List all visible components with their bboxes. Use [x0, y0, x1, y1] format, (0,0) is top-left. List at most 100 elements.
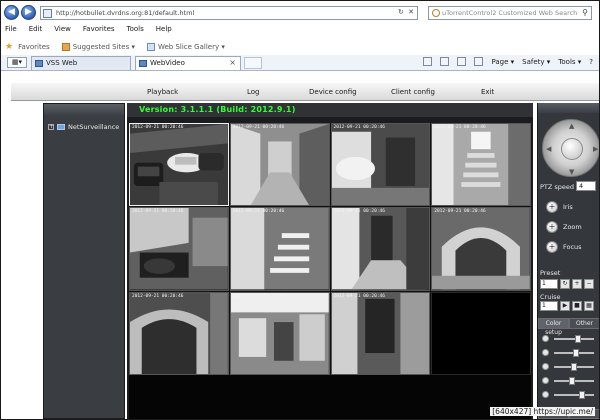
menu-view[interactable]: View	[54, 25, 71, 37]
suggested-sites-icon	[61, 43, 70, 51]
ptz-center-button[interactable]	[561, 138, 583, 160]
camera-tile-8[interactable]: 2012-09-21 00:20:46	[431, 207, 531, 291]
camera-tile-10[interactable]: 2012-09-21 00:20:46	[229, 291, 330, 375]
camera-tile-9[interactable]: 2012-09-21 00:20:46	[129, 291, 229, 375]
slider-knob[interactable]	[573, 349, 579, 357]
nav-playback[interactable]: Playback	[147, 88, 178, 96]
menu-edit[interactable]: Edit	[29, 25, 43, 37]
camera-tile-7[interactable]: 2012-09-21 00:20:46	[330, 207, 431, 291]
page-menu[interactable]: Page ▾	[491, 58, 514, 66]
camera-tile-3[interactable]: 2012-09-21 00:20:46	[330, 123, 431, 207]
video-status-strip	[129, 375, 531, 419]
version-bar: Version: 3.1.1.1 (Build: 2012.9.1)	[127, 103, 533, 117]
camera-feed-image	[331, 292, 430, 374]
favorites-bar: ★ Favorites Suggested Sites ▾ Web Slice …	[5, 41, 225, 53]
favorites-button[interactable]: ★ Favorites	[5, 42, 50, 52]
preset-add-button[interactable]: +	[572, 279, 582, 289]
camera-feed-image	[230, 124, 329, 206]
brightness-slider[interactable]	[542, 335, 598, 343]
mail-icon[interactable]	[457, 57, 467, 66]
nav-log[interactable]: Log	[247, 88, 260, 96]
nav-client-config[interactable]: Client config	[391, 88, 435, 96]
camera-timestamp: 2012-09-21 00:20:46	[132, 293, 184, 299]
menu-favorites[interactable]: Favorites	[83, 25, 115, 37]
tab-color-setup[interactable]: Color setup	[538, 318, 569, 336]
tab-webvideo[interactable]: WebVideo ×	[135, 56, 241, 70]
focus-plus-button[interactable]: +	[546, 241, 558, 253]
slider-knob[interactable]	[571, 363, 577, 371]
arrow-down-icon[interactable]: ▼	[569, 168, 574, 176]
slider-knob[interactable]	[579, 391, 585, 399]
preset-remove-button[interactable]: −	[584, 279, 594, 289]
arrow-up-icon[interactable]: ▲	[569, 122, 574, 130]
print-icon[interactable]	[474, 57, 484, 66]
cruise-select[interactable]: 1	[540, 301, 558, 311]
tab-vss-web[interactable]: VSS Web	[31, 56, 131, 70]
ptz-speed-select[interactable]: 4	[576, 181, 596, 191]
feeds-icon[interactable]	[440, 57, 450, 66]
slider-knob[interactable]	[569, 377, 575, 385]
address-bar[interactable]: http://hotbullet.dvrdns.org:81/default.h…	[40, 6, 418, 20]
camera-tile-4[interactable]: 2012-09-21 00:20:46	[431, 123, 531, 207]
help-menu[interactable]: ?	[589, 58, 593, 66]
menu-tools[interactable]: Tools	[127, 25, 144, 37]
quick-tabs-button[interactable]: ▦▾	[7, 57, 27, 68]
zoom-control: + Zoom	[546, 221, 582, 233]
dvr-web-app: Playback Log Device config Client config…	[11, 83, 599, 419]
page-icon	[35, 60, 43, 67]
focus-label: Focus	[563, 243, 582, 251]
expand-icon[interactable]: +	[48, 124, 54, 130]
arrow-left-icon[interactable]: ◀	[546, 145, 551, 153]
refresh-stop-icons[interactable]: ↻ ✕	[398, 8, 415, 16]
search-input[interactable]: uTorrentControl2 Customized Web Search ⚲	[428, 6, 592, 20]
home-icon[interactable]	[423, 57, 433, 66]
safety-menu[interactable]: Safety ▾	[522, 58, 550, 66]
tab-other[interactable]: Other	[569, 318, 599, 329]
slider-knob[interactable]	[575, 335, 581, 343]
menu-file[interactable]: File	[5, 25, 17, 37]
saturation-slider[interactable]	[542, 363, 598, 371]
web-slice-gallery-link[interactable]: Web Slice Gallery ▾	[146, 43, 225, 51]
preset-select[interactable]: 1	[540, 279, 558, 289]
new-tab-button[interactable]	[244, 57, 262, 69]
dvr-device-icon	[57, 124, 65, 130]
camera-tile-2[interactable]: 2012-09-21 00:20:46	[229, 123, 330, 207]
web-slice-icon	[146, 43, 155, 51]
nav-exit[interactable]: Exit	[481, 88, 494, 96]
back-button[interactable]: ◀	[4, 5, 19, 20]
suggested-sites-label: Suggested Sites ▾	[72, 43, 135, 51]
iris-plus-button[interactable]: +	[546, 201, 558, 213]
suggested-sites-link[interactable]: Suggested Sites ▾	[61, 43, 135, 51]
camera-timestamp: 2012-09-21 00:20:46	[434, 125, 486, 130]
camera-tile-5[interactable]: 2012-09-21 00:20:46	[129, 207, 229, 291]
gain-icon	[542, 391, 549, 398]
close-tab-icon[interactable]: ×	[229, 57, 236, 69]
cruise-label: Cruise	[540, 293, 561, 301]
zoom-plus-button[interactable]: +	[546, 221, 558, 233]
forward-button[interactable]: ▶	[21, 5, 36, 20]
cruise-stop-button[interactable]: ■	[572, 301, 582, 311]
slider-track	[554, 363, 594, 371]
tools-menu[interactable]: Tools ▾	[558, 58, 581, 66]
cruise-set-button[interactable]: ▦	[584, 301, 594, 311]
camera-tile-12[interactable]	[431, 291, 531, 375]
camera-timestamp: 2012-09-21 00:20:46	[333, 293, 385, 299]
search-icon[interactable]: ⚲	[582, 8, 588, 17]
slider-track	[554, 377, 594, 385]
cruise-controls: 1 ▶ ■ ▦	[540, 301, 594, 311]
nav-device-config[interactable]: Device config	[309, 88, 357, 96]
contrast-slider[interactable]	[542, 349, 598, 357]
cruise-play-button[interactable]: ▶	[560, 301, 570, 311]
camera-tile-1[interactable]: 2012-09-21 00:20:46	[129, 123, 229, 207]
arrow-right-icon[interactable]: ▶	[593, 145, 598, 153]
tree-item-netsurveillance[interactable]: + NetSurveillance	[48, 123, 119, 131]
hue-slider[interactable]	[542, 377, 598, 385]
gain-slider[interactable]	[542, 391, 598, 399]
camera-tile-6[interactable]: 2012-09-21 00:20:46	[229, 207, 330, 291]
camera-tile-11[interactable]: 2012-09-21 00:20:46	[330, 291, 431, 375]
menu-help[interactable]: Help	[156, 25, 172, 37]
ptz-direction-pad[interactable]: ▲ ▼ ◀ ▶	[542, 119, 599, 177]
preset-go-button[interactable]: ↻	[560, 279, 570, 289]
camera-timestamp: 2012-09-21 00:20:46	[434, 209, 486, 215]
iris-label: Iris	[563, 203, 573, 211]
